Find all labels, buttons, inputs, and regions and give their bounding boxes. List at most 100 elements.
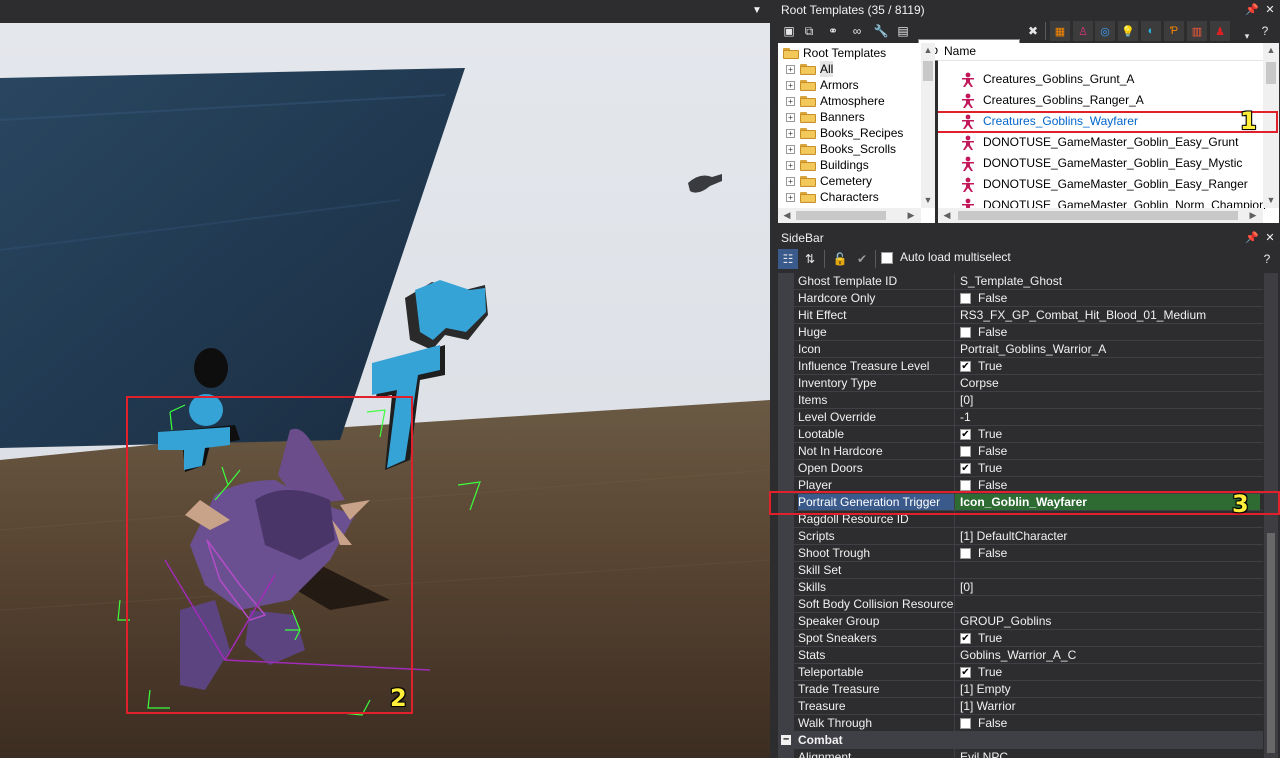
property-value[interactable]: Evil NPC: [960, 749, 1260, 758]
template-folder-tree[interactable]: Root Templates + All + Armors + Atmosphere + Ba…: [778, 43, 935, 223]
help-icon[interactable]: ?: [1255, 21, 1275, 41]
property-row[interactable]: Level Override -1: [778, 409, 1263, 426]
property-row[interactable]: Not In Hardcore False: [778, 443, 1263, 460]
property-value[interactable]: [0]: [960, 579, 1260, 595]
property-value[interactable]: [960, 562, 1260, 578]
property-checkbox[interactable]: ✔: [960, 667, 971, 678]
property-row[interactable]: Alignment Evil NPC: [778, 749, 1263, 758]
property-row[interactable]: Huge False: [778, 324, 1263, 341]
list-item[interactable]: DONOTUSE_GameMaster_Goblin_Easy_Mystic: [938, 153, 1263, 174]
property-row[interactable]: Shoot Trough False: [778, 545, 1263, 562]
property-value[interactable]: Portrait_Goblins_Warrior_A: [960, 341, 1260, 357]
property-value[interactable]: [0]: [960, 392, 1260, 408]
property-category-combat[interactable]: − Combat: [778, 732, 1263, 749]
expand-icon[interactable]: +: [786, 177, 795, 186]
property-row[interactable]: Skills [0]: [778, 579, 1263, 596]
property-value[interactable]: -1: [960, 409, 1260, 425]
copy-icon[interactable]: ⧉: [799, 21, 819, 41]
categorized-view-icon[interactable]: ☷: [778, 249, 798, 269]
expand-icon[interactable]: +: [786, 113, 795, 122]
property-checkbox[interactable]: ✔: [960, 429, 971, 440]
property-value[interactable]: S_Template_Ghost: [960, 273, 1260, 289]
expand-icon[interactable]: +: [786, 129, 795, 138]
list-item[interactable]: DONOTUSE_GameMaster_Goblin_Easy_Grunt: [938, 132, 1263, 153]
filter-trigger-icon[interactable]: ◎: [1095, 21, 1115, 41]
filter-effect-icon[interactable]: ♟: [1210, 21, 1230, 41]
filter-prefab-icon[interactable]: Ƥ: [1164, 21, 1184, 41]
unlock-icon[interactable]: 🔓: [830, 249, 850, 269]
property-value[interactable]: [1] DefaultCharacter: [960, 528, 1260, 544]
property-checkbox[interactable]: [960, 327, 971, 338]
clear-search-icon[interactable]: ✖: [1023, 21, 1043, 41]
property-row[interactable]: Walk Through False: [778, 715, 1263, 732]
alphabetical-sort-icon[interactable]: ⇅: [800, 249, 820, 269]
property-row[interactable]: Hit Effect RS3_FX_GP_Combat_Hit_Blood_01_…: [778, 307, 1263, 324]
property-row[interactable]: Scripts [1] DefaultCharacter: [778, 528, 1263, 545]
property-row[interactable]: Skill Set: [778, 562, 1263, 579]
property-row[interactable]: Trade Treasure [1] Empty: [778, 681, 1263, 698]
property-value[interactable]: [1] Empty: [960, 681, 1260, 697]
filter-character-icon[interactable]: ♙: [1073, 21, 1093, 41]
pin-icon[interactable]: 📌: [1245, 0, 1259, 20]
expand-icon[interactable]: +: [786, 161, 795, 170]
property-checkbox[interactable]: ✔: [960, 463, 971, 474]
property-row[interactable]: Hardcore Only False: [778, 290, 1263, 307]
property-checkbox[interactable]: [960, 718, 971, 729]
list-item[interactable]: DONOTUSE_GameMaster_Goblin_Easy_Ranger: [938, 174, 1263, 195]
binoculars-icon[interactable]: ∞: [847, 21, 867, 41]
property-checkbox[interactable]: [960, 446, 971, 457]
property-value[interactable]: [1] Warrior: [960, 698, 1260, 714]
filter-item-icon[interactable]: ▦: [1050, 21, 1070, 41]
expand-icon[interactable]: +: [786, 193, 795, 202]
expand-icon[interactable]: +: [786, 97, 795, 106]
property-checkbox[interactable]: [960, 293, 971, 304]
property-checkbox[interactable]: [960, 548, 971, 559]
filter-light-icon[interactable]: 💡: [1118, 21, 1138, 41]
close-icon[interactable]: ✕: [1263, 228, 1277, 248]
property-row[interactable]: Stats Goblins_Warrior_A_C: [778, 647, 1263, 664]
property-row[interactable]: Spot Sneakers ✔ True: [778, 630, 1263, 647]
property-row[interactable]: Inventory Type Corpse: [778, 375, 1263, 392]
expand-icon[interactable]: +: [786, 81, 795, 90]
property-row[interactable]: Items [0]: [778, 392, 1263, 409]
scene-viewport[interactable]: ▼ 2: [0, 0, 770, 758]
list-column-header-name[interactable]: Name: [938, 43, 1263, 61]
list-item[interactable]: Creatures_Goblins_Ranger_A: [938, 90, 1263, 111]
tree-vertical-scrollbar[interactable]: ▲ ▼: [921, 43, 935, 208]
property-value[interactable]: GROUP_Goblins: [960, 613, 1260, 629]
filter-decal-icon[interactable]: ◐: [1141, 21, 1161, 41]
scene-render[interactable]: [0, 23, 770, 758]
property-value[interactable]: Goblins_Warrior_A_C: [960, 647, 1260, 663]
expand-icon[interactable]: +: [786, 65, 795, 74]
property-value[interactable]: [960, 596, 1260, 612]
property-row[interactable]: Influence Treasure Level ✔ True: [778, 358, 1263, 375]
property-value[interactable]: Corpse: [960, 375, 1260, 391]
tree-horizontal-scrollbar[interactable]: ◀ ▶: [778, 208, 921, 223]
collapse-icon[interactable]: −: [781, 735, 791, 745]
property-row[interactable]: Soft Body Collision Resource ID: [778, 596, 1263, 613]
property-row[interactable]: Icon Portrait_Goblins_Warrior_A: [778, 341, 1263, 358]
auto-load-multiselect-checkbox[interactable]: [881, 252, 893, 264]
find-usages-icon[interactable]: ⚭: [823, 21, 843, 41]
property-row[interactable]: Lootable ✔ True: [778, 426, 1263, 443]
filter-wall-icon[interactable]: ▥: [1187, 21, 1207, 41]
property-grid[interactable]: Ghost Template ID S_Template_Ghost Hardcor…: [778, 273, 1278, 758]
property-row[interactable]: Ghost Template ID S_Template_Ghost: [778, 273, 1263, 290]
property-row[interactable]: Open Doors ✔ True: [778, 460, 1263, 477]
expand-icon[interactable]: +: [786, 145, 795, 154]
property-checkbox[interactable]: ✔: [960, 633, 971, 644]
template-icon[interactable]: ▤: [893, 21, 913, 41]
list-horizontal-scrollbar[interactable]: ◀ ▶: [938, 208, 1263, 223]
property-checkbox[interactable]: ✔: [960, 361, 971, 372]
property-row[interactable]: Speaker Group GROUP_Goblins: [778, 613, 1263, 630]
wrench-icon[interactable]: 🔧: [871, 21, 891, 41]
property-value[interactable]: RS3_FX_GP_Combat_Hit_Blood_01_Medium: [960, 307, 1260, 323]
property-checkbox[interactable]: [960, 480, 971, 491]
list-item[interactable]: Creatures_Goblins_Grunt_A: [938, 69, 1263, 90]
property-row[interactable]: Teleportable ✔ True: [778, 664, 1263, 681]
help-icon[interactable]: ?: [1257, 249, 1277, 269]
viewport-menu-dropdown-icon[interactable]: ▼: [750, 4, 764, 18]
save-icon[interactable]: ▣: [779, 21, 799, 41]
template-list[interactable]: Name Creatures_Goblins_Grunt_A Creatures_…: [938, 43, 1279, 223]
close-icon[interactable]: ✕: [1263, 0, 1277, 20]
